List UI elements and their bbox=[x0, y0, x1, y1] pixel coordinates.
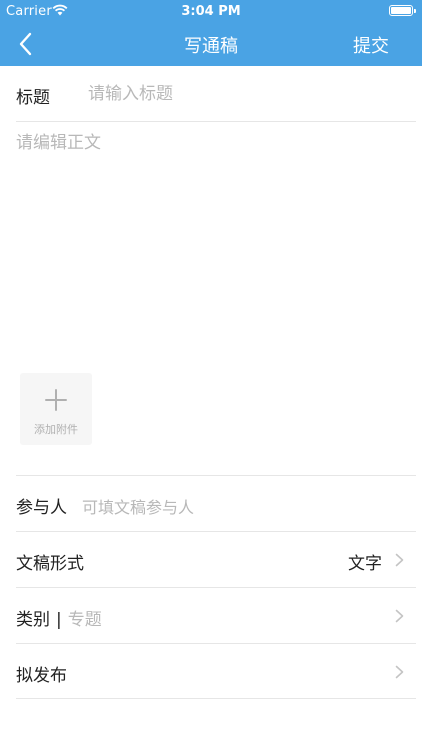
category-value: 专题 bbox=[67, 610, 102, 630]
participants-input-placeholder[interactable]: 可填文稿参与人 bbox=[82, 494, 194, 518]
add-attachment-label: 添加附件 bbox=[34, 423, 78, 436]
nav-bar: 写通稿 提交 bbox=[0, 22, 422, 66]
title-row: 标题 bbox=[16, 66, 416, 122]
category-row[interactable]: 类别 | 专题 bbox=[16, 587, 416, 643]
form-list: 参与人 可填文稿参与人 文稿形式 文字 类别 | 专题 拟发布 bbox=[16, 475, 416, 699]
format-row[interactable]: 文稿形式 文字 bbox=[16, 531, 416, 587]
add-attachment-button[interactable]: 添加附件 bbox=[20, 373, 92, 445]
battery-icon bbox=[389, 5, 416, 16]
format-value: 文字 bbox=[348, 554, 382, 574]
category-text: 类别 | 专题 bbox=[16, 605, 102, 630]
category-label: 类别 bbox=[16, 610, 50, 630]
category-separator: | bbox=[56, 610, 62, 630]
title-label: 标题 bbox=[16, 88, 50, 108]
format-label: 文稿形式 bbox=[16, 554, 84, 574]
body-editor[interactable] bbox=[16, 128, 410, 358]
publish-row[interactable]: 拟发布 bbox=[16, 643, 416, 699]
chevron-right-icon bbox=[395, 665, 404, 679]
participants-row[interactable]: 参与人 可填文稿参与人 bbox=[16, 475, 416, 531]
status-bar: Carrier 3:04 PM bbox=[0, 0, 422, 22]
participants-label: 参与人 bbox=[16, 498, 67, 518]
chevron-right-icon bbox=[395, 609, 404, 623]
status-time: 3:04 PM bbox=[181, 4, 241, 19]
chevron-right-icon bbox=[395, 553, 404, 567]
submit-button[interactable]: 提交 bbox=[353, 32, 389, 58]
title-input[interactable] bbox=[88, 80, 388, 108]
top-bar: Carrier 3:04 PM 写通稿 提交 bbox=[0, 0, 422, 66]
plus-icon bbox=[45, 389, 67, 411]
publish-label: 拟发布 bbox=[16, 666, 67, 686]
